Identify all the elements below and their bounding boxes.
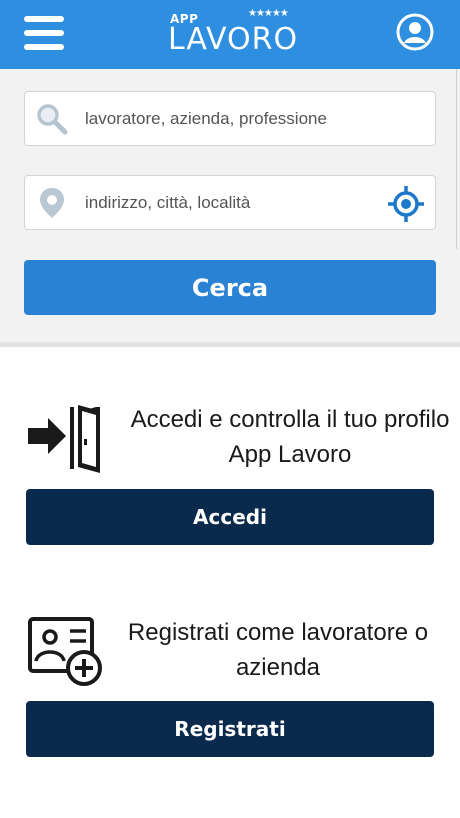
search-icon [35, 102, 69, 136]
login-button[interactable]: Accedi [26, 489, 434, 545]
map-pin-icon [35, 186, 69, 220]
app-logo[interactable]: APP ★★★★★ LAVORO [168, 8, 298, 58]
section-divider [0, 342, 460, 347]
gps-target-icon[interactable] [387, 185, 425, 223]
register-description: Registrati come lavoratore o azienda [127, 619, 429, 681]
search-button[interactable]: Cerca [24, 260, 436, 315]
scroll-edge [456, 69, 460, 249]
login-door-icon [26, 401, 104, 475]
login-description: Accedi e controlla il tuo profilo App La… [130, 406, 450, 468]
location-field[interactable] [24, 175, 436, 230]
search-panel: Cerca [0, 69, 460, 342]
hamburger-menu-icon[interactable] [24, 16, 64, 52]
register-button[interactable]: Registrati [26, 701, 434, 757]
user-account-icon[interactable] [396, 13, 434, 51]
top-bar: APP ★★★★★ LAVORO [0, 0, 460, 69]
keywords-input[interactable] [85, 92, 375, 145]
keywords-field[interactable] [24, 91, 436, 146]
logo-stars: ★★★★★ [248, 8, 289, 19]
add-id-card-icon [26, 615, 104, 689]
location-input[interactable] [85, 176, 375, 229]
logo-main-text: LAVORO [168, 22, 299, 57]
